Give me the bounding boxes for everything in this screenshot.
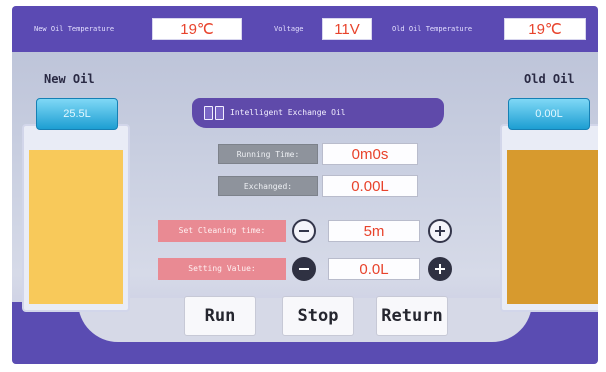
- plus-icon: [435, 264, 445, 274]
- new-oil-tank: [22, 124, 130, 312]
- decrease-setting-value-button[interactable]: [292, 257, 316, 281]
- exchange-title-banner: Intelligent Exchange Oil: [192, 98, 444, 128]
- status-bar: New Oil Temperature 19℃ Voltage 11V Old …: [12, 6, 598, 52]
- running-time-value: 0m0s: [322, 143, 418, 165]
- setting-value-label: Setting Value:: [158, 258, 286, 280]
- new-oil-temperature-value: 19℃: [152, 18, 242, 40]
- old-oil-temperature-value: 19℃: [504, 18, 586, 40]
- decrease-cleaning-time-button[interactable]: [292, 219, 316, 243]
- old-oil-title: Old Oil: [524, 72, 575, 86]
- exchange-title: Intelligent Exchange Oil: [230, 108, 346, 117]
- new-oil-title: New Oil: [44, 72, 95, 86]
- new-oil-temperature-label: New Oil Temperature: [34, 25, 115, 33]
- return-button[interactable]: Return: [376, 296, 448, 336]
- exchanged-value: 0.00L: [322, 175, 418, 197]
- oil-can-icon: [204, 106, 224, 120]
- minus-icon: [299, 268, 309, 270]
- run-button[interactable]: Run: [184, 296, 256, 336]
- cleaning-time-value[interactable]: 5m: [328, 220, 420, 242]
- setting-value-value[interactable]: 0.0L: [328, 258, 420, 280]
- running-time-label: Running Time:: [218, 144, 318, 164]
- stop-button[interactable]: Stop: [282, 296, 354, 336]
- old-oil-temperature-label: Old Oil Temperature: [392, 25, 473, 33]
- voltage-label: Voltage: [274, 25, 304, 33]
- minus-icon: [299, 230, 309, 232]
- old-oil-tank: [500, 124, 598, 312]
- plus-icon: [435, 226, 445, 236]
- new-oil-level: 25.5L: [36, 98, 118, 130]
- old-oil-level: 0.00L: [508, 98, 590, 130]
- cleaning-time-label: Set Cleaning time:: [158, 220, 286, 242]
- increase-cleaning-time-button[interactable]: [428, 219, 452, 243]
- hmi-screen: New Oil Temperature 19℃ Voltage 11V Old …: [12, 6, 598, 364]
- new-oil-fill: [29, 150, 123, 304]
- increase-setting-value-button[interactable]: [428, 257, 452, 281]
- old-oil-fill: [507, 150, 598, 304]
- exchanged-label: Exchanged:: [218, 176, 318, 196]
- voltage-value: 11V: [322, 18, 372, 40]
